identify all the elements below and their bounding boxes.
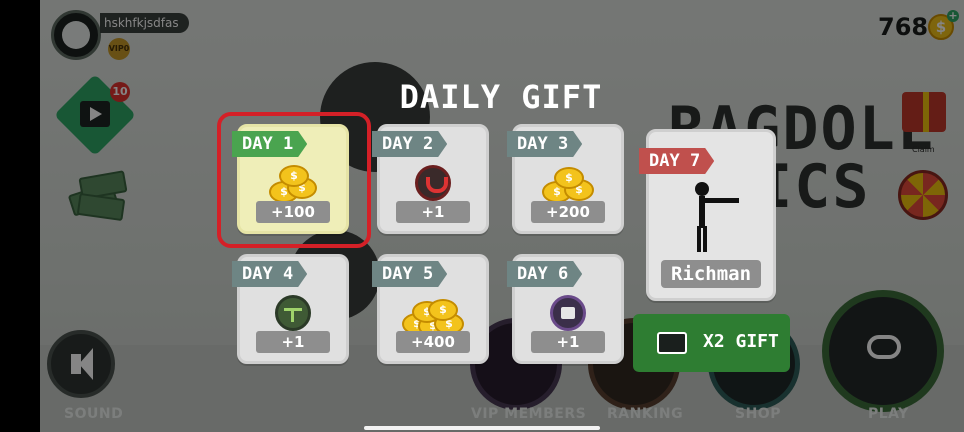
day-7-label: DAY 7 (639, 148, 715, 174)
day-2-label: DAY 2 (372, 131, 448, 157)
x2-gift-label: X2 GIFT (703, 331, 779, 352)
day-2-amount: +1 (396, 201, 470, 223)
glider-item-icon (275, 295, 311, 331)
day-3-amount: +200 (531, 201, 605, 223)
day-7-reward-name: Richman (661, 260, 761, 288)
video-ad-icon (657, 332, 687, 354)
day-2-card[interactable]: DAY 2 +1 (372, 124, 489, 234)
gift-item-icon (550, 295, 586, 331)
day-7-card[interactable]: DAY 7 Richman (639, 129, 776, 301)
day-6-amount: +1 (531, 331, 605, 353)
day-5-amount: +400 (396, 331, 470, 353)
coin-stack-icon: $ $ $ (540, 165, 596, 205)
day-5-label: DAY 5 (372, 261, 448, 287)
day-3-card[interactable]: DAY 3 $ $ $ +200 (507, 124, 624, 234)
day-4-amount: +1 (256, 331, 330, 353)
day-6-card[interactable]: DAY 6 +1 (507, 254, 624, 364)
home-indicator[interactable] (364, 426, 600, 430)
day-4-card[interactable]: DAY 4 +1 (232, 254, 349, 364)
stickman-skin-icon (687, 182, 747, 252)
game-screen: RAGDOLL SICS hskhfkjsdfas VIP0 10 SOUND … (0, 0, 964, 432)
day-4-label: DAY 4 (232, 261, 308, 287)
coin-pile-icon: $ $ $ $ $ (402, 295, 464, 337)
today-highlight-frame (217, 112, 371, 248)
day-6-label: DAY 6 (507, 261, 583, 287)
daily-gift-title: DAILY GIFT (399, 78, 603, 116)
x2-gift-button[interactable]: X2 GIFT (633, 314, 790, 372)
magnet-item-icon (415, 165, 451, 201)
day-5-card[interactable]: DAY 5 $ $ $ $ $ +400 (372, 254, 489, 364)
day-3-label: DAY 3 (507, 131, 583, 157)
